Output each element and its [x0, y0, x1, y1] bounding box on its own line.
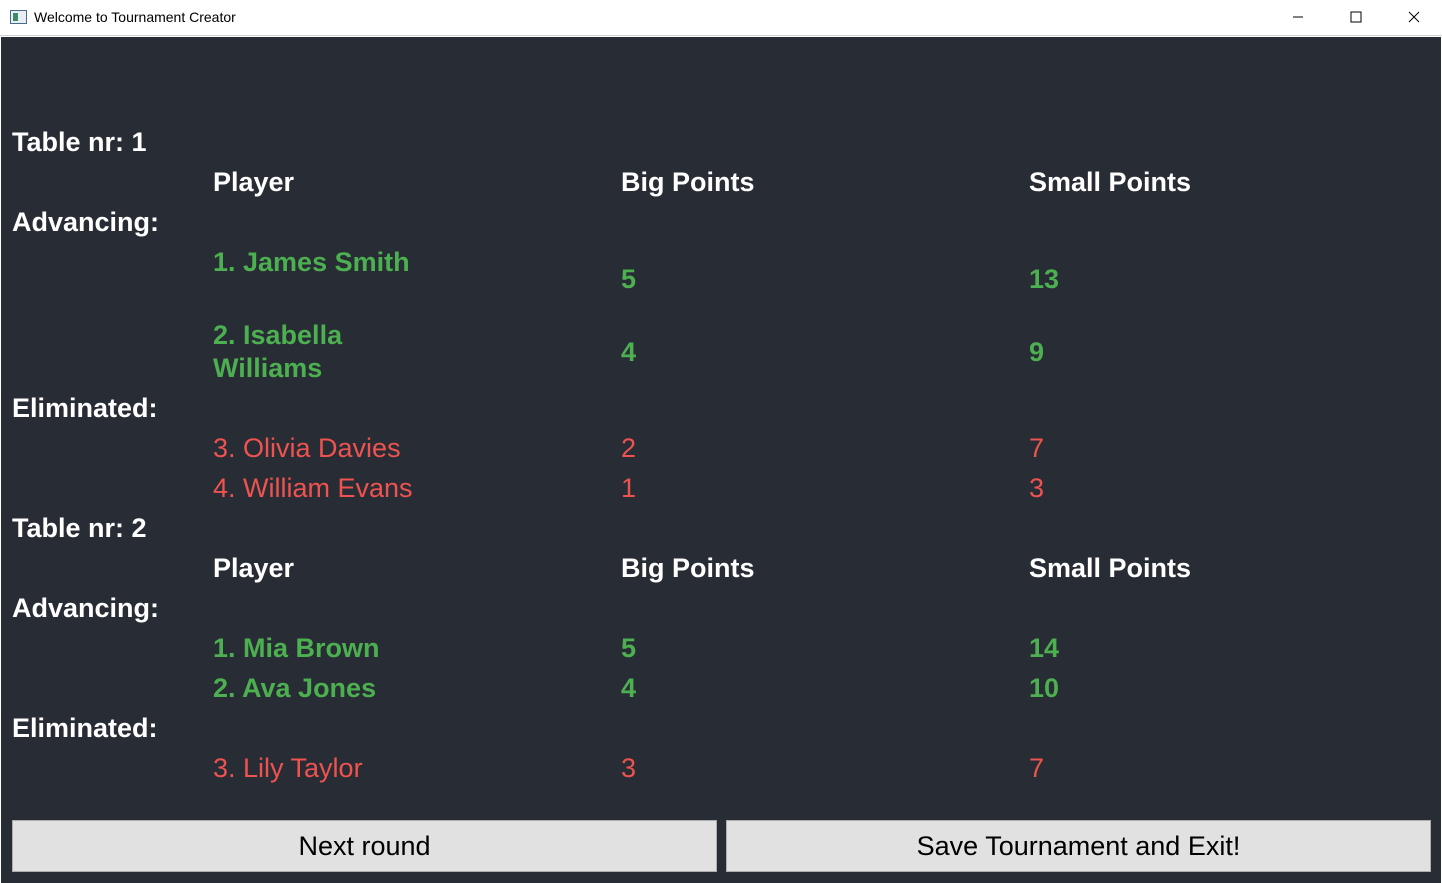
- player-name: 1. Mia Brown: [213, 633, 380, 663]
- small-points-value: 13: [1029, 264, 1060, 294]
- player-name: 2. Isabella Williams: [213, 320, 343, 383]
- title-bar: Welcome to Tournament Creator: [0, 0, 1442, 36]
- eliminated-label: Eliminated:: [12, 713, 158, 743]
- small-points-header: Small Points: [1029, 553, 1192, 583]
- main-content: Table nr: 1 Player Big Points Small Poin…: [1, 37, 1441, 883]
- big-points-value: 1: [621, 473, 637, 503]
- player-header: Player: [213, 167, 295, 197]
- player-name: 1. James Smith: [213, 247, 410, 277]
- small-points-value: 3: [1029, 473, 1045, 503]
- window-title: Welcome to Tournament Creator: [34, 9, 236, 25]
- small-points-value: 14: [1029, 633, 1060, 663]
- advancing-label: Advancing:: [12, 593, 160, 623]
- table-label: Table nr: 2: [12, 513, 147, 543]
- small-points-value: 9: [1029, 337, 1045, 367]
- big-points-value: 4: [621, 673, 637, 703]
- minimize-icon: [1293, 16, 1303, 18]
- maximize-button[interactable]: [1327, 0, 1385, 34]
- big-points-value: 5: [621, 633, 637, 663]
- big-points-value: 3: [621, 753, 637, 783]
- big-points-value: 5: [621, 264, 637, 294]
- big-points-value: 4: [621, 337, 637, 367]
- close-icon: [1408, 11, 1420, 23]
- small-points-value: 7: [1029, 433, 1045, 463]
- small-points-value: 10: [1029, 673, 1060, 703]
- advancing-label: Advancing:: [12, 207, 160, 237]
- player-name: 4. William Evans: [213, 473, 413, 503]
- big-points-value: 2: [621, 433, 637, 463]
- maximize-icon: [1350, 11, 1362, 23]
- player-name: 2. Ava Jones: [213, 673, 377, 703]
- small-points-header: Small Points: [1029, 167, 1192, 197]
- close-button[interactable]: [1385, 0, 1442, 34]
- table-label: Table nr: 1: [12, 127, 147, 157]
- player-name: 3. Olivia Davies: [213, 433, 401, 463]
- save-and-exit-button[interactable]: Save Tournament and Exit!: [726, 820, 1431, 872]
- next-round-button[interactable]: Next round: [12, 820, 717, 872]
- big-points-header: Big Points: [621, 167, 755, 197]
- small-points-value: 7: [1029, 753, 1045, 783]
- player-name: 3. Lily Taylor: [213, 753, 363, 783]
- minimize-button[interactable]: [1269, 0, 1327, 34]
- app-window-icon: [10, 10, 27, 24]
- eliminated-label: Eliminated:: [12, 393, 158, 423]
- big-points-header: Big Points: [621, 553, 755, 583]
- player-header: Player: [213, 553, 295, 583]
